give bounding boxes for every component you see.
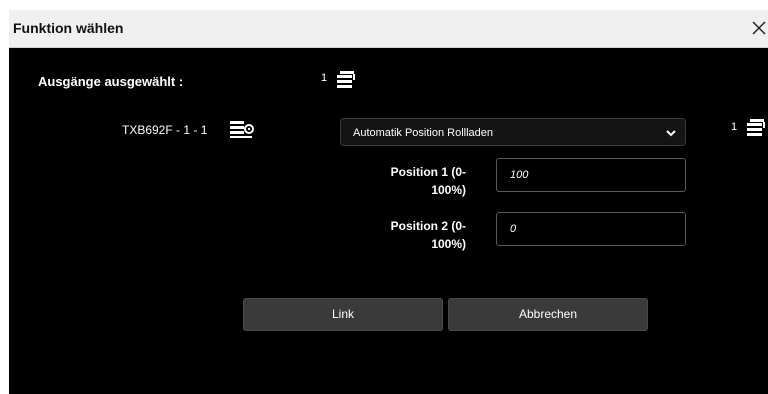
position2-label-line2: 100%) bbox=[431, 237, 466, 251]
position1-label-line1: Position 1 (0- bbox=[390, 165, 466, 179]
function-select[interactable]: Automatik Position Rollladen bbox=[340, 118, 686, 146]
dialog-titlebar: Funktion wählen bbox=[9, 10, 768, 48]
dialog-title: Funktion wählen bbox=[13, 20, 124, 36]
cancel-button[interactable]: Abbrechen bbox=[448, 298, 648, 331]
outputs-label: Ausgänge ausgewählt : bbox=[38, 74, 184, 89]
stack-icon-right bbox=[747, 119, 765, 136]
position1-input[interactable] bbox=[496, 158, 686, 192]
stack-icon bbox=[337, 71, 355, 88]
close-icon[interactable] bbox=[749, 18, 768, 38]
right-count: 1 bbox=[731, 121, 738, 133]
device-settings-icon bbox=[230, 121, 254, 138]
chevron-down-icon bbox=[666, 130, 676, 137]
position2-label-line1: Position 2 (0- bbox=[390, 219, 466, 233]
position1-label: Position 1 (0- 100%) bbox=[346, 163, 466, 199]
function-dialog: Funktion wählen Ausgänge ausgewählt : 1 … bbox=[9, 10, 768, 394]
position1-label-line2: 100%) bbox=[431, 183, 466, 197]
outputs-count: 1 bbox=[321, 72, 328, 84]
function-select-value: Automatik Position Rollladen bbox=[353, 127, 494, 139]
link-button[interactable]: Link bbox=[243, 298, 443, 331]
device-name: TXB692F - 1 - 1 bbox=[122, 123, 208, 137]
position2-label: Position 2 (0- 100%) bbox=[346, 217, 466, 253]
position2-input[interactable] bbox=[496, 212, 686, 246]
